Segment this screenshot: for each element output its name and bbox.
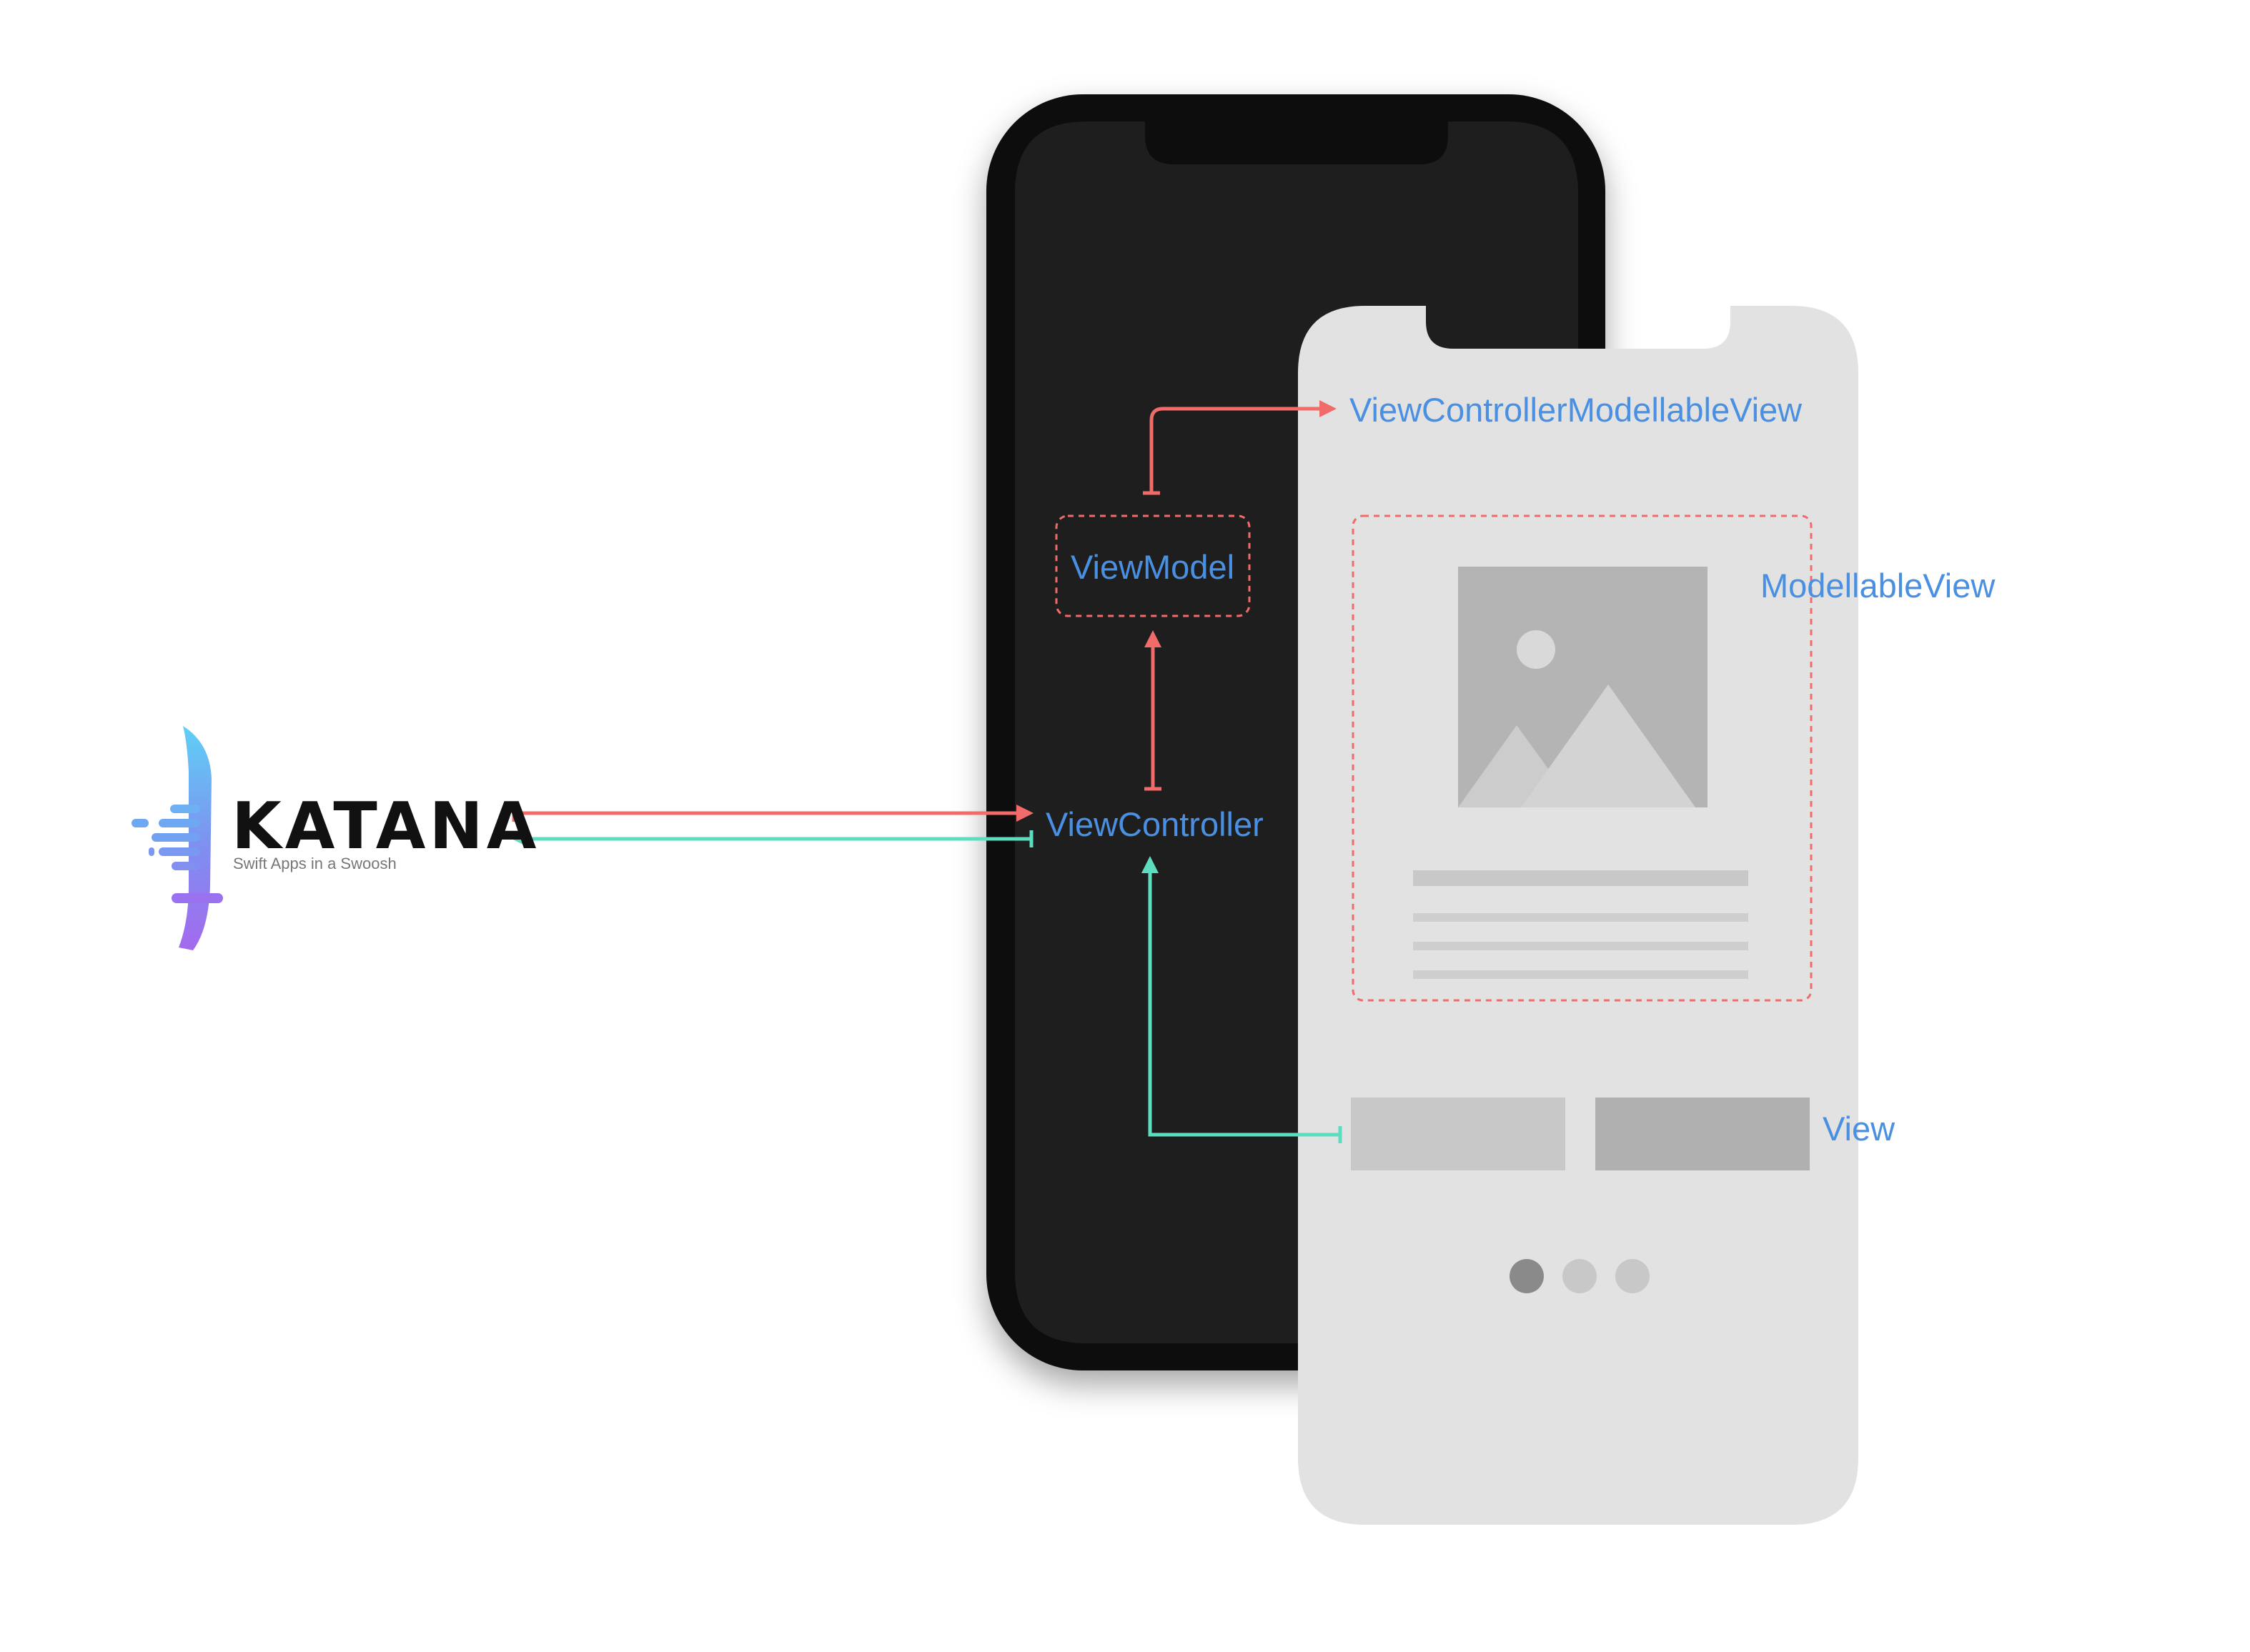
page-indicator (1510, 1259, 1650, 1293)
arrow-viewcontroller-to-katana (529, 830, 1034, 847)
text-placeholder-line (1413, 970, 1748, 979)
image-placeholder-icon (1458, 567, 1708, 807)
text-placeholder-line-heading (1413, 870, 1748, 886)
label-view: View (1823, 1110, 1895, 1148)
placeholder-button-left (1351, 1098, 1565, 1170)
katana-wordmark: KATANA (232, 789, 540, 864)
page-dot (1615, 1259, 1650, 1293)
page-dot-active (1510, 1259, 1544, 1293)
placeholder-button-right (1595, 1098, 1810, 1170)
label-modellable-view: ModellableView (1760, 567, 1996, 604)
label-view-controller-modellable-view: ViewControllerModellableView (1349, 391, 1803, 429)
text-placeholder-line (1413, 913, 1748, 922)
katana-tagline: Swift Apps in a Swoosh (233, 855, 397, 872)
label-view-controller: ViewController (1046, 805, 1264, 843)
diagram-stage: KATANA Swift Apps in a Swoosh ViewContro… (0, 0, 2250, 1652)
label-view-model: ViewModel (1071, 548, 1235, 586)
arrow-katana-to-viewcontroller (512, 805, 1018, 822)
text-placeholder-line (1413, 942, 1748, 950)
page-dot (1562, 1259, 1597, 1293)
katana-blade-icon (132, 726, 223, 950)
